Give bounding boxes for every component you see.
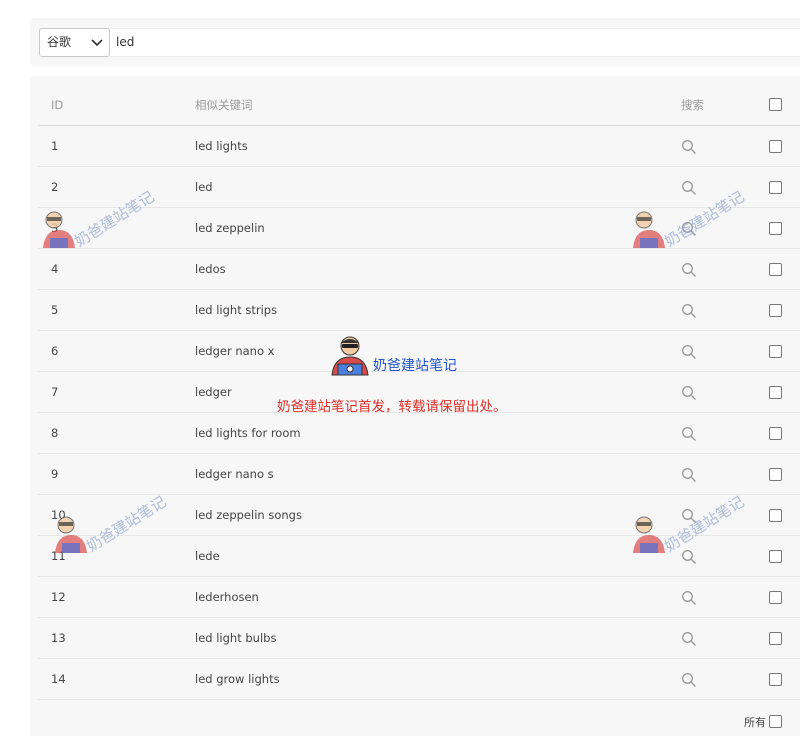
- row-checkbox[interactable]: [769, 140, 782, 153]
- row-keyword: led: [195, 180, 213, 194]
- table-row: 9 ledger nano s: [38, 454, 800, 495]
- row-checkbox[interactable]: [769, 550, 782, 563]
- row-id: 8: [51, 426, 59, 440]
- row-id: 3: [51, 221, 59, 235]
- table-row: 3 led zeppelin: [38, 208, 800, 249]
- table-row: 14 led grow lights: [38, 659, 800, 700]
- table-header: ID 相似关键词 搜索: [38, 84, 800, 126]
- row-keyword: led grow lights: [195, 672, 280, 686]
- row-keyword: ledger: [195, 385, 232, 399]
- row-id: 13: [51, 631, 66, 645]
- row-checkbox[interactable]: [769, 263, 782, 276]
- row-keyword: led light bulbs: [195, 631, 277, 645]
- magnifier-icon[interactable]: [681, 508, 697, 524]
- chevron-down-icon: [91, 39, 103, 47]
- row-id: 10: [51, 508, 66, 522]
- row-id: 6: [51, 344, 59, 358]
- row-id: 14: [51, 672, 66, 686]
- engine-select[interactable]: 谷歌: [39, 28, 110, 57]
- row-id: 12: [51, 590, 66, 604]
- row-keyword: ledger nano s: [195, 467, 274, 481]
- row-id: 5: [51, 303, 59, 317]
- row-checkbox[interactable]: [769, 386, 782, 399]
- select-all-footer-checkbox[interactable]: [769, 715, 782, 728]
- row-keyword: led lights: [195, 139, 248, 153]
- row-id: 9: [51, 467, 59, 481]
- table-row: 13 led light bulbs: [38, 618, 800, 659]
- table-row: 5 led light strips: [38, 290, 800, 331]
- row-id: 2: [51, 180, 59, 194]
- row-checkbox[interactable]: [769, 304, 782, 317]
- header-search: 搜索: [681, 98, 704, 112]
- row-keyword: led zeppelin songs: [195, 508, 302, 522]
- header-id: ID: [51, 98, 64, 112]
- magnifier-icon[interactable]: [681, 590, 697, 606]
- table-row: 6 ledger nano x: [38, 331, 800, 372]
- table-row: 11 lede: [38, 536, 800, 577]
- magnifier-icon[interactable]: [681, 672, 697, 688]
- table-row: 1 led lights: [38, 126, 800, 167]
- row-checkbox[interactable]: [769, 632, 782, 645]
- row-keyword: lederhosen: [195, 590, 259, 604]
- row-keyword: led light strips: [195, 303, 278, 317]
- magnifier-icon[interactable]: [681, 344, 697, 360]
- all-label: 所有: [744, 716, 766, 729]
- magnifier-icon[interactable]: [681, 385, 697, 401]
- row-checkbox[interactable]: [769, 468, 782, 481]
- row-checkbox[interactable]: [769, 509, 782, 522]
- table-row: 8 led lights for room: [38, 413, 800, 454]
- row-keyword: led zeppelin: [195, 221, 265, 235]
- row-checkbox[interactable]: [769, 591, 782, 604]
- magnifier-icon[interactable]: [681, 303, 697, 319]
- magnifier-icon[interactable]: [681, 221, 697, 237]
- table-body: 1 led lights 2 led 3 led zeppelin 4 ledos 5 led l…: [38, 126, 800, 700]
- table-footer: 所有: [38, 702, 800, 736]
- row-keyword: lede: [195, 549, 220, 563]
- row-id: 1: [51, 139, 59, 153]
- header-keyword: 相似关键词: [195, 98, 253, 112]
- select-all-checkbox[interactable]: [769, 98, 782, 111]
- row-checkbox[interactable]: [769, 345, 782, 358]
- table-row: 2 led: [38, 167, 800, 208]
- row-id: 7: [51, 385, 59, 399]
- row-checkbox[interactable]: [769, 222, 782, 235]
- table-row: 10 led zeppelin songs: [38, 495, 800, 536]
- engine-select-value: 谷歌: [47, 35, 72, 49]
- row-checkbox[interactable]: [769, 181, 782, 194]
- row-id: 11: [51, 549, 66, 563]
- row-keyword: ledos: [195, 262, 226, 276]
- magnifier-icon[interactable]: [681, 631, 697, 647]
- results-table: ID 相似关键词 搜索 1 led lights 2 led 3 led zeppelin…: [38, 84, 800, 700]
- table-row: 4 ledos: [38, 249, 800, 290]
- row-checkbox[interactable]: [769, 427, 782, 440]
- row-id: 4: [51, 262, 59, 276]
- row-checkbox[interactable]: [769, 673, 782, 686]
- table-row: 7 ledger: [38, 372, 800, 413]
- magnifier-icon[interactable]: [681, 467, 697, 483]
- magnifier-icon[interactable]: [681, 139, 697, 155]
- magnifier-icon[interactable]: [681, 180, 697, 196]
- table-row: 12 lederhosen: [38, 577, 800, 618]
- row-keyword: ledger nano x: [195, 344, 275, 358]
- keyword-input[interactable]: led: [110, 28, 800, 57]
- magnifier-icon[interactable]: [681, 262, 697, 278]
- row-keyword: led lights for room: [195, 426, 301, 440]
- magnifier-icon[interactable]: [681, 426, 697, 442]
- magnifier-icon[interactable]: [681, 549, 697, 565]
